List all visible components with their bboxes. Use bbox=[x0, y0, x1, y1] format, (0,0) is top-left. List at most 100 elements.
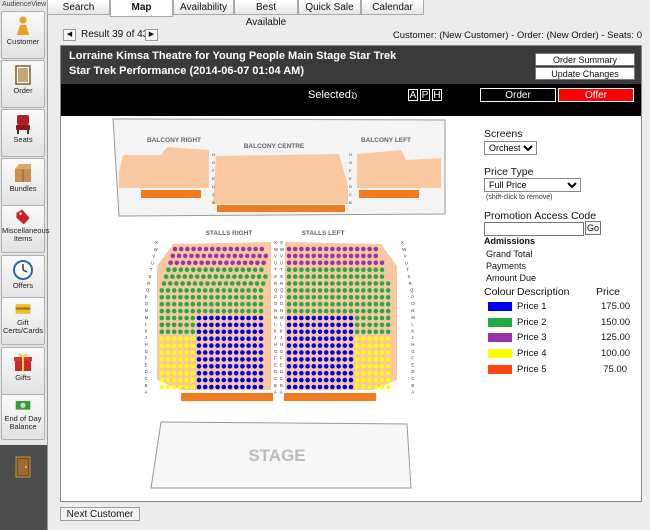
seat[interactable] bbox=[379, 301, 385, 307]
seat[interactable] bbox=[317, 295, 323, 300]
seat[interactable] bbox=[361, 281, 366, 286]
seat[interactable] bbox=[385, 364, 391, 369]
seat[interactable] bbox=[246, 267, 252, 272]
seat[interactable] bbox=[240, 384, 245, 390]
seat[interactable] bbox=[299, 350, 304, 355]
order-button[interactable]: Order bbox=[480, 88, 556, 102]
seat[interactable] bbox=[232, 274, 237, 279]
sidebar-item-offers[interactable]: Offers bbox=[1, 255, 45, 303]
seat[interactable] bbox=[299, 308, 304, 314]
seat[interactable] bbox=[292, 260, 298, 266]
seat[interactable] bbox=[174, 281, 179, 286]
seat[interactable] bbox=[217, 281, 223, 286]
seat[interactable] bbox=[336, 253, 341, 259]
seat[interactable] bbox=[367, 384, 372, 390]
seat[interactable] bbox=[385, 301, 391, 307]
seat[interactable] bbox=[373, 260, 379, 266]
seat[interactable] bbox=[159, 315, 165, 321]
seat[interactable] bbox=[258, 357, 264, 362]
seat[interactable] bbox=[246, 357, 251, 362]
seat[interactable] bbox=[299, 295, 304, 300]
seat[interactable] bbox=[348, 329, 354, 335]
seat[interactable] bbox=[165, 370, 171, 376]
seat[interactable] bbox=[354, 301, 360, 307]
seat[interactable] bbox=[361, 274, 366, 279]
seat[interactable] bbox=[215, 336, 220, 341]
seat[interactable] bbox=[240, 357, 245, 362]
seat[interactable] bbox=[305, 336, 310, 341]
seat[interactable] bbox=[215, 308, 220, 314]
seat[interactable] bbox=[367, 377, 372, 383]
seat[interactable] bbox=[311, 377, 317, 383]
seat[interactable] bbox=[379, 364, 385, 369]
seat[interactable] bbox=[361, 370, 366, 376]
seat[interactable] bbox=[182, 274, 188, 279]
seat[interactable] bbox=[246, 329, 251, 335]
seat[interactable] bbox=[215, 295, 220, 300]
seat[interactable] bbox=[258, 384, 264, 390]
seat[interactable] bbox=[252, 357, 258, 362]
seat[interactable] bbox=[361, 357, 366, 362]
seat[interactable] bbox=[170, 274, 175, 279]
seat[interactable] bbox=[165, 315, 171, 321]
seat[interactable] bbox=[330, 281, 335, 286]
seat[interactable] bbox=[292, 308, 298, 314]
seat[interactable] bbox=[209, 350, 214, 355]
seat[interactable] bbox=[348, 246, 354, 252]
seat[interactable] bbox=[254, 281, 260, 286]
seat[interactable] bbox=[385, 322, 391, 328]
seat[interactable] bbox=[184, 322, 189, 328]
seat[interactable] bbox=[348, 274, 354, 279]
seat[interactable] bbox=[311, 301, 317, 307]
tab-search[interactable]: Search bbox=[47, 0, 110, 15]
seat[interactable] bbox=[252, 377, 258, 383]
seat[interactable] bbox=[292, 364, 298, 369]
sidebar-item-gift-certs-cards[interactable]: Gift Certs/Cards bbox=[1, 297, 45, 345]
seat[interactable] bbox=[336, 377, 341, 383]
seat[interactable] bbox=[165, 364, 171, 369]
seat[interactable] bbox=[379, 281, 385, 286]
seat[interactable] bbox=[213, 274, 219, 279]
seat[interactable] bbox=[373, 281, 379, 286]
seat[interactable] bbox=[305, 267, 310, 272]
seat[interactable] bbox=[354, 370, 360, 376]
seat[interactable] bbox=[311, 336, 317, 341]
seat[interactable] bbox=[159, 343, 165, 348]
seat[interactable] bbox=[367, 308, 372, 314]
seat[interactable] bbox=[373, 288, 379, 293]
seat[interactable] bbox=[233, 384, 239, 390]
seat[interactable] bbox=[202, 357, 208, 362]
seat[interactable] bbox=[209, 377, 214, 383]
seat[interactable] bbox=[367, 281, 372, 286]
seat[interactable] bbox=[323, 274, 329, 279]
seat[interactable] bbox=[354, 357, 360, 362]
sidebar-item-order[interactable]: Order bbox=[1, 60, 45, 108]
seat[interactable] bbox=[261, 260, 266, 266]
seat[interactable] bbox=[196, 343, 202, 348]
seat[interactable] bbox=[348, 364, 354, 369]
seat[interactable] bbox=[361, 267, 366, 272]
seat[interactable] bbox=[311, 281, 317, 286]
seat[interactable] bbox=[221, 384, 227, 390]
seat[interactable] bbox=[234, 246, 240, 252]
seat[interactable] bbox=[292, 295, 298, 300]
seat[interactable] bbox=[299, 357, 304, 362]
seat[interactable] bbox=[202, 301, 208, 307]
seat[interactable] bbox=[165, 288, 171, 293]
seat[interactable] bbox=[180, 260, 186, 266]
seat[interactable] bbox=[292, 377, 298, 383]
seat[interactable] bbox=[222, 246, 227, 252]
seat[interactable] bbox=[361, 288, 366, 293]
seat[interactable] bbox=[221, 357, 227, 362]
seat[interactable] bbox=[317, 301, 323, 307]
seat[interactable] bbox=[367, 350, 372, 355]
seat[interactable] bbox=[190, 336, 196, 341]
seat[interactable] bbox=[323, 364, 329, 369]
seat[interactable] bbox=[342, 281, 348, 286]
seat[interactable] bbox=[252, 364, 258, 369]
seat[interactable] bbox=[292, 253, 298, 259]
seat[interactable] bbox=[190, 329, 196, 335]
seat[interactable] bbox=[159, 384, 165, 390]
seat[interactable] bbox=[305, 315, 310, 321]
seat[interactable] bbox=[379, 274, 385, 279]
